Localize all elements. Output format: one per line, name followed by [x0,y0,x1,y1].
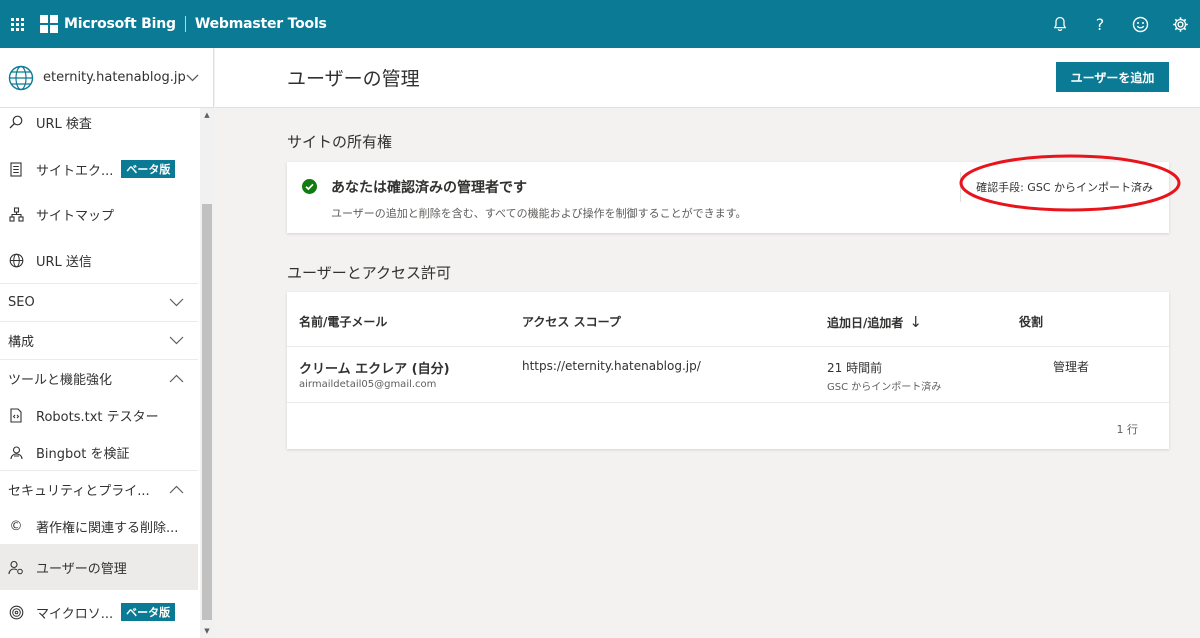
chevron-up-icon [169,485,184,494]
sidebar-item-label: 著作権に関連する削除... [36,520,179,536]
user-role: 管理者 [1053,360,1090,374]
divider [287,346,1169,347]
help-icon[interactable]: ? [1080,0,1120,48]
column-header-name[interactable]: 名前/電子メール [299,313,387,330]
product-name[interactable]: Webmaster Tools [195,16,327,32]
code-file-icon [8,407,24,423]
sidebar-item-url-submission[interactable]: URL 送信 [0,241,198,279]
help-glyph: ? [1095,14,1105,34]
beta-badge: ベータ版 [121,160,176,178]
sidebar-item-label: URL 検査 [36,116,92,132]
copyright-glyph: © [9,518,23,534]
owner-status-description: ユーザーの追加と削除を含む、すべての機能および操作を制御することができます。 [331,207,747,220]
sidebar-group-seo[interactable]: SEO [0,283,198,321]
sidebar-item-label: Robots.txt テスター [36,409,159,425]
bell-icon[interactable] [1040,0,1080,48]
row-count: 1 行 [1116,423,1139,436]
globe-icon [8,252,24,268]
ownership-section-title: サイトの所有権 [287,133,393,151]
sidebar-item-label: Bingbot を検証 [36,446,130,462]
sidebar-item-label: サイトマップ [36,208,115,224]
sidebar-item-label: ユーザーの管理 [36,561,127,577]
brand-name[interactable]: Microsoft Bing [64,16,176,32]
user-email: airmaildetail05@gmail.com [299,379,437,390]
sidebar-item-label: URL 送信 [36,254,92,270]
added-by: GSC からインポート済み [827,382,942,393]
check-circle-icon [302,179,317,194]
copyright-icon: © [8,518,24,534]
site-name: eternity.hatenablog.jp [43,70,186,85]
sidebar-item-copyright-removal[interactable]: © 著作権に関連する削除... [0,508,198,544]
sort-down-icon[interactable]: ↓ [909,313,922,331]
column-header-role[interactable]: 役割 [1019,313,1043,330]
document-icon [8,161,24,177]
beta-badge: ベータ版 [121,603,176,621]
sidebar-group-tools[interactable]: ツールと機能強化 [0,359,198,397]
nav-list: URL 検査 サイトエク... ベータ版 サイトマップ URL 送信 SEO 構… [0,108,214,638]
sidebar-group-security[interactable]: セキュリティとプライ... [0,470,198,508]
users-table: 名前/電子メール アクセス スコープ 追加日/追加者 ↓ 役割 クリーム エクレ… [287,292,1169,449]
sidebar-scrollbar[interactable]: ▲ ▼ [200,108,214,638]
sidebar-group-label: SEO [8,295,35,310]
sidebar-group-label: セキュリティとプライ... [8,484,150,499]
fingerprint-icon [8,604,24,620]
sidebar-item-sitemap[interactable]: サイトマップ [0,195,198,233]
divider [960,172,961,202]
add-user-button[interactable]: ユーザーを追加 [1056,62,1169,92]
page-title: ユーザーの管理 [287,68,420,90]
divider [287,402,1169,403]
sidebar-item-microsoft-beta[interactable]: マイクロソ... ベータ版 [0,592,198,632]
sidebar-item-verify-bingbot[interactable]: Bingbot を検証 [0,434,198,470]
column-header-added[interactable]: 追加日/追加者 ↓ [827,313,922,331]
bot-icon [8,444,24,460]
chevron-down-icon [169,298,184,307]
owner-status-title: あなたは確認済みの管理者です [331,180,527,196]
scrollbar-thumb[interactable] [202,204,212,620]
chevron-down-icon[interactable] [186,74,199,82]
column-header-label: 追加日/追加者 [827,315,904,330]
app-launcher-icon[interactable] [2,0,32,48]
sidebar-item-robots-tester[interactable]: Robots.txt テスター [0,397,198,433]
ownership-card: あなたは確認済みの管理者です ユーザーの追加と削除を含む、すべての機能および操作… [287,162,1169,233]
chevron-up-icon [169,374,184,383]
brand-divider [184,16,186,32]
user-name: クリーム エクレア (自分) [299,362,450,377]
sidebar-item-site-explorer[interactable]: サイトエク... ベータ版 [0,150,198,188]
sidebar: eternity.hatenablog.jp URL 検査 サイトエク... ベ… [0,48,214,638]
access-section-title: ユーザーとアクセス許可 [287,264,451,282]
sidebar-group-label: 構成 [8,335,35,350]
globe-icon [8,65,34,90]
sidebar-group-label: ツールと機能強化 [8,373,113,388]
sidebar-item-label: マイクロソ... [36,606,114,622]
column-header-scope[interactable]: アクセス スコープ [522,313,621,330]
sidebar-item-url-inspection[interactable]: URL 検査 [0,108,198,136]
microsoft-logo [40,15,58,33]
search-icon [8,114,24,130]
top-bar: Microsoft Bing Webmaster Tools ? [0,0,1200,48]
site-selector[interactable]: eternity.hatenablog.jp [0,48,213,108]
chevron-down-icon [169,336,184,345]
gear-icon[interactable] [1160,0,1200,48]
page-header: ユーザーの管理 ユーザーを追加 [215,48,1200,108]
user-manage-icon [8,559,24,575]
sidebar-item-label: サイトエク... [36,163,114,179]
scroll-down-arrow-icon[interactable]: ▼ [200,624,214,638]
scroll-up-arrow-icon[interactable]: ▲ [200,108,214,122]
smiley-icon[interactable] [1120,0,1160,48]
added-date: 21 時間前 [827,361,883,375]
access-scope: https://eternity.hatenablog.jp/ [522,359,701,373]
sidebar-group-configuration[interactable]: 構成 [0,321,198,359]
sitemap-icon [8,206,24,222]
verification-method: 確認手段: GSC からインポート済み [976,181,1153,194]
sidebar-item-user-management[interactable]: ユーザーの管理 [0,544,198,590]
